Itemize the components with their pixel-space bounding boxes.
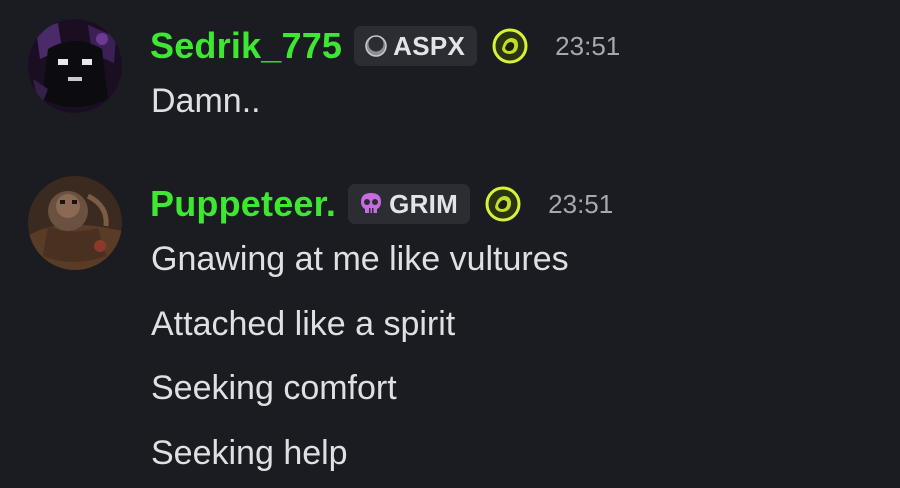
- message-header: Sedrik_775 ASPX 23:51: [150, 24, 620, 68]
- skull-icon: [361, 193, 382, 213]
- message-text: Attached like a spirit: [151, 305, 456, 343]
- guild-tag-text: GRIM: [389, 188, 459, 219]
- timestamp: 23:51: [548, 188, 614, 219]
- message-text: Gnawing at me like vultures: [151, 240, 569, 278]
- timestamp: 23:51: [555, 30, 621, 61]
- guild-tag[interactable]: ASPX: [354, 26, 478, 66]
- glowing-orb-icon[interactable]: [491, 27, 529, 65]
- username[interactable]: Puppeteer.: [150, 183, 336, 225]
- guild-tag-text: ASPX: [393, 30, 466, 61]
- avatar[interactable]: [28, 176, 122, 270]
- message-text: Seeking help: [151, 434, 348, 472]
- message-text: Seeking comfort: [151, 369, 397, 407]
- moon-crescent-icon: [365, 35, 387, 57]
- guild-tag[interactable]: GRIM: [348, 184, 471, 224]
- glowing-orb-icon[interactable]: [484, 185, 522, 223]
- message-header: Puppeteer. GRIM 23:51: [150, 182, 613, 226]
- avatar[interactable]: [28, 19, 122, 113]
- message-text: Damn..: [151, 82, 261, 120]
- username[interactable]: Sedrik_775: [150, 25, 342, 67]
